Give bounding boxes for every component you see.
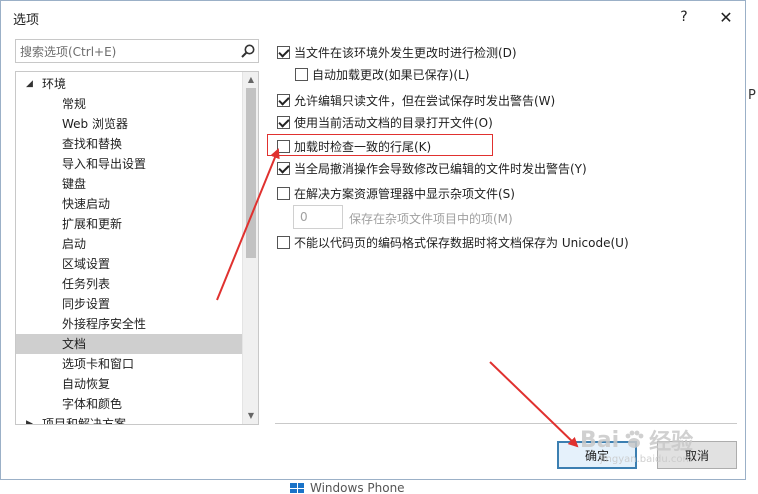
paw-icon xyxy=(625,430,644,448)
background-area xyxy=(744,0,758,494)
title-bar: 选项 ? ✕ xyxy=(1,1,745,33)
annotation-highlight-box xyxy=(267,134,493,156)
option-label: 允许编辑只读文件，但在尝试保存时发出警告(W) xyxy=(294,94,556,108)
tree-item[interactable]: 区域设置 xyxy=(16,254,242,274)
option-checkbox[interactable] xyxy=(295,68,308,81)
dialog-title: 选项 xyxy=(13,13,40,28)
option-label: 保存在杂项文件项目中的项(M) xyxy=(349,212,513,226)
tree-item[interactable]: 查找和替换 xyxy=(16,134,242,154)
misc-items-count-input: 0 xyxy=(293,205,343,229)
tree-item[interactable]: 自动恢复 xyxy=(16,374,242,394)
option-row[interactable]: 允许编辑只读文件，但在尝试保存时发出警告(W) xyxy=(277,92,555,109)
option-label: 当文件在该环境外发生更改时进行检测(D) xyxy=(294,46,517,60)
tree-item-environment[interactable]: ◢ 环境 xyxy=(16,74,242,94)
tree-item[interactable]: 任务列表 xyxy=(16,274,242,294)
options-tree: ◢ 环境常规 Web 浏览器 查找和替换 导入和导出设置 键盘 快速启动 扩展和更新 启动 区域设… xyxy=(15,71,259,425)
taskbar-item[interactable]: Windows Phone xyxy=(290,482,405,494)
windows-logo-icon xyxy=(290,483,304,493)
close-button[interactable]: ✕ xyxy=(711,5,741,29)
taskbar-item-label: Windows Phone xyxy=(310,482,405,494)
tree-item-label: 项目和解决方案 xyxy=(42,417,127,425)
option-checkbox[interactable] xyxy=(277,236,290,249)
option-label: 当全局撤消操作会导致修改已编辑的文件时发出警告(Y) xyxy=(294,162,587,176)
search-box xyxy=(15,39,259,63)
option-row[interactable]: 自动加载更改(如果已保存)(L) xyxy=(295,66,469,83)
option-checkbox[interactable] xyxy=(277,94,290,107)
tree-item[interactable]: Web 浏览器 xyxy=(16,114,242,134)
tree-item[interactable]: 扩展和更新 xyxy=(16,214,242,234)
tree-item[interactable]: 文档 xyxy=(16,334,242,354)
collapsed-arrow-icon[interactable]: ▶ xyxy=(26,414,33,424)
option-row[interactable]: 不能以代码页的编码格式保存数据时将文档保存为 Unicode(U) xyxy=(277,234,629,251)
background-text: P xyxy=(748,88,756,103)
options-dialog: 选项 ? ✕ ◢ 环境常规Web 浏览器查找和替换导入和导出设置键盘快速启动扩展和… xyxy=(0,0,746,480)
baidu-watermark: Bai 经验 xyxy=(580,424,693,456)
tree-item[interactable]: 字体和颜色 xyxy=(16,394,242,414)
option-label: 不能以代码页的编码格式保存数据时将文档保存为 Unicode(U) xyxy=(294,236,629,250)
watermark-brand-2: 经验 xyxy=(649,430,694,455)
watermark-brand: Bai xyxy=(580,427,620,453)
option-row: 保存在杂项文件项目中的项(M) xyxy=(349,210,513,227)
search-input[interactable] xyxy=(20,44,230,60)
tree-item[interactable]: 键盘 xyxy=(16,174,242,194)
tree-scrollbar[interactable]: ▲ ▼ xyxy=(242,72,258,424)
option-label: 自动加载更改(如果已保存)(L) xyxy=(312,68,470,82)
tree-item[interactable]: 快速启动 xyxy=(16,194,242,214)
option-checkbox[interactable] xyxy=(277,46,290,59)
option-row[interactable]: 使用当前活动文档的目录打开文件(O) xyxy=(277,114,493,131)
tree-item-label: 环境 xyxy=(42,77,67,91)
tree-item[interactable]: 常规 xyxy=(16,94,242,114)
expanded-arrow-icon[interactable]: ◢ xyxy=(26,74,33,94)
tree-item[interactable]: 选项卡和窗口 xyxy=(16,354,242,374)
option-checkbox[interactable] xyxy=(277,187,290,200)
option-label: 在解决方案资源管理器中显示杂项文件(S) xyxy=(294,187,515,201)
tree-item[interactable]: 外接程序安全性 xyxy=(16,314,242,334)
watermark-url: jingyan.baidu.com xyxy=(600,454,693,465)
tree-item-projects-solutions[interactable]: ▶ 项目和解决方案 xyxy=(16,414,242,425)
tree-item[interactable]: 启动 xyxy=(16,234,242,254)
search-icon[interactable] xyxy=(240,43,256,59)
option-checkbox[interactable] xyxy=(277,162,290,175)
option-label: 使用当前活动文档的目录打开文件(O) xyxy=(294,116,493,130)
help-button[interactable]: ? xyxy=(669,5,699,29)
option-row[interactable]: 当文件在该环境外发生更改时进行检测(D) xyxy=(277,44,517,61)
scroll-down-arrow-icon[interactable]: ▼ xyxy=(243,408,258,424)
scroll-thumb[interactable] xyxy=(246,88,256,258)
tree-item[interactable]: 导入和导出设置 xyxy=(16,154,242,174)
scroll-up-arrow-icon[interactable]: ▲ xyxy=(243,72,258,88)
option-checkbox[interactable] xyxy=(277,116,290,129)
option-row[interactable]: 在解决方案资源管理器中显示杂项文件(S) xyxy=(277,185,515,202)
option-row[interactable]: 当全局撤消操作会导致修改已编辑的文件时发出警告(Y) xyxy=(277,160,587,177)
tree-item[interactable]: 同步设置 xyxy=(16,294,242,314)
tree-list: ◢ 环境常规 Web 浏览器 查找和替换 导入和导出设置 键盘 快速启动 扩展和更新 启动 区域设… xyxy=(16,74,242,425)
